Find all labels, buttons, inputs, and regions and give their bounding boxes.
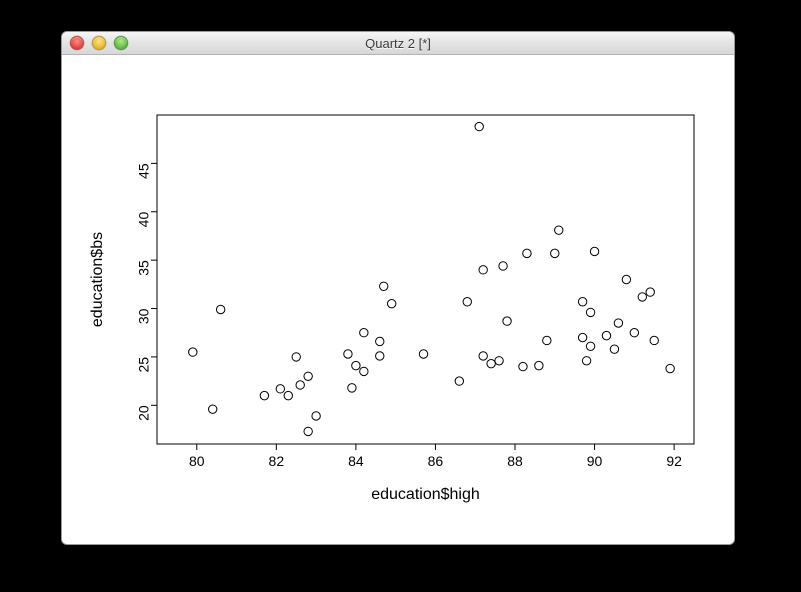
data-point (387, 299, 395, 307)
data-point (555, 226, 563, 234)
y-axis-label: education$bs (89, 232, 106, 327)
data-point (216, 305, 224, 313)
y-tick-label: 20 (136, 405, 152, 421)
y-tick-label: 30 (136, 308, 152, 324)
data-point (503, 317, 511, 325)
data-point (463, 298, 471, 306)
data-point (519, 362, 527, 370)
data-point (495, 357, 503, 365)
x-tick-label: 92 (666, 453, 682, 469)
data-point (578, 333, 586, 341)
data-point (380, 282, 388, 290)
data-point (455, 377, 463, 385)
plot-frame (157, 115, 694, 444)
data-point (348, 384, 356, 392)
x-tick-label: 80 (189, 453, 205, 469)
data-point (376, 352, 384, 360)
x-tick-label: 82 (269, 453, 285, 469)
data-point (479, 352, 487, 360)
data-point (610, 345, 618, 353)
data-point (475, 122, 483, 130)
data-point (208, 405, 216, 413)
zoom-icon[interactable] (114, 36, 128, 50)
plot-area: 80 82 84 86 88 90 92 20 25 30 35 40 45 education$high… (62, 55, 734, 544)
data-point (622, 275, 630, 283)
data-point (344, 350, 352, 358)
data-point (614, 319, 622, 327)
data-point (586, 342, 594, 350)
data-point (260, 391, 268, 399)
y-tick-label: 40 (136, 212, 152, 228)
y-tick-label: 45 (136, 163, 152, 179)
data-point (551, 249, 559, 257)
minimize-icon[interactable] (92, 36, 106, 50)
data-point (535, 361, 543, 369)
titlebar[interactable]: Quartz 2 [*] (62, 32, 734, 55)
data-point (312, 412, 320, 420)
data-point (638, 293, 646, 301)
data-point (650, 336, 658, 344)
data-point (360, 329, 368, 337)
data-point (630, 329, 638, 337)
x-tick-label: 88 (507, 453, 523, 469)
data-point (304, 427, 312, 435)
data-point (276, 385, 284, 393)
data-point (479, 266, 487, 274)
data-point (586, 308, 594, 316)
data-point (499, 262, 507, 270)
data-point (523, 249, 531, 257)
data-point (419, 350, 427, 358)
data-point (284, 391, 292, 399)
data-point (646, 288, 654, 296)
y-tick-label: 35 (136, 260, 152, 276)
close-icon[interactable] (70, 36, 84, 50)
window-controls (70, 36, 128, 50)
data-point (578, 298, 586, 306)
data-point (590, 247, 598, 255)
data-point (543, 336, 551, 344)
data-point (602, 331, 610, 339)
data-point (304, 372, 312, 380)
data-point (666, 364, 674, 372)
desktop: Quartz 2 [*] 80 82 84 86 88 90 92 20 25 30 35 40 45 e… (0, 0, 801, 592)
scatter-chart: 80 82 84 86 88 90 92 20 25 30 35 40 45 education$high… (62, 55, 734, 544)
data-point (352, 361, 360, 369)
y-tick-label: 25 (136, 357, 152, 373)
data-point (296, 381, 304, 389)
x-tick-label: 90 (587, 453, 603, 469)
x-axis-label: education$high (371, 486, 480, 503)
quartz-window: Quartz 2 [*] 80 82 84 86 88 90 92 20 25 30 35 40 45 e… (61, 31, 735, 545)
data-point (360, 367, 368, 375)
x-tick-label: 84 (348, 453, 364, 469)
data-point (292, 353, 300, 361)
window-title: Quartz 2 [*] (365, 36, 431, 51)
data-point (189, 348, 197, 356)
x-tick-label: 86 (428, 453, 444, 469)
data-point (582, 357, 590, 365)
data-point (487, 359, 495, 367)
data-point (376, 337, 384, 345)
